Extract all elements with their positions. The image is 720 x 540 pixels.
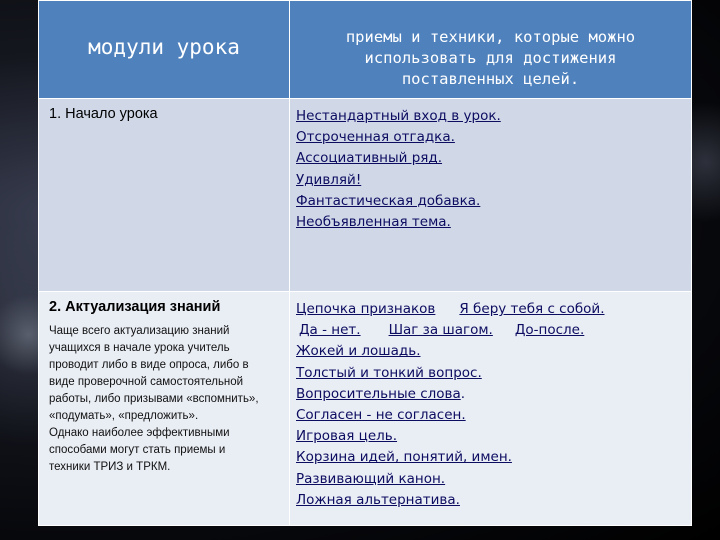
technique-link[interactable]: Игровая цель. <box>296 428 397 444</box>
technique-link[interactable]: Толстый и тонкий вопрос. <box>296 365 482 381</box>
technique-link[interactable]: Шаг за шагом. <box>389 322 493 338</box>
list-item[interactable]: Жокей и лошадь. <box>296 341 691 362</box>
header-modules: модули урока <box>38 0 290 99</box>
list-item[interactable]: Нестандартный вход в урок. <box>296 106 691 127</box>
list-item[interactable]: Корзина идей, понятий, имен. <box>296 447 691 468</box>
period-text: . <box>460 385 466 402</box>
list-item[interactable]: Вопросительные слова. <box>296 384 691 405</box>
techniques-cell: Цепочка признаков Я беру тебя с собой. Да… <box>289 291 692 526</box>
table-row: 1. Начало урока Нестандартный вход в уро… <box>38 98 692 292</box>
technique-link[interactable]: Ложная альтернатива. <box>296 492 460 508</box>
list-item[interactable]: Толстый и тонкий вопрос. <box>296 363 691 384</box>
header-modules-label: модули урока <box>88 35 240 59</box>
list-item[interactable]: Ассоциативный ряд. <box>296 148 691 169</box>
module-title: 2. Актуализация знаний <box>49 299 221 315</box>
techniques-cell: Нестандартный вход в урок. Отсроченная о… <box>289 98 692 292</box>
header-techniques: приемы и техники, которые можно использо… <box>289 0 692 99</box>
list-item[interactable]: Фантастическая добавка. <box>296 191 691 212</box>
module-note: Чаще всего актуализацию знаний учащихся … <box>49 325 259 473</box>
module-cell: 1. Начало урока <box>38 98 290 292</box>
list-item[interactable]: Удивляй! <box>296 170 691 191</box>
table-row: 2. Актуализация знаний Чаще всего актуал… <box>38 291 692 526</box>
technique-link[interactable]: Отсроченная отгадка. <box>296 129 455 145</box>
list-item[interactable]: Ложная альтернатива. <box>296 490 691 511</box>
technique-link[interactable]: Я беру тебя с собой. <box>459 301 604 317</box>
technique-link[interactable]: Корзина идей, понятий, имен. <box>296 449 512 465</box>
table-header-row: модули урока приемы и техники, которые м… <box>38 0 692 99</box>
techniques-list: Цепочка признаков Я беру тебя с собой. Да… <box>296 299 691 511</box>
technique-link[interactable]: Цепочка признаков <box>296 301 435 317</box>
technique-link[interactable]: Ассоциативный ряд. <box>296 150 442 166</box>
list-item[interactable]: Отсроченная отгадка. <box>296 127 691 148</box>
techniques-list: Нестандартный вход в урок. Отсроченная о… <box>296 106 691 233</box>
list-item: Да - нет. Шаг за шагом. До-после. <box>296 320 691 341</box>
technique-link[interactable]: Удивляй! <box>296 172 361 188</box>
module-title: 1. Начало урока <box>49 106 158 122</box>
technique-link[interactable]: Да - нет. <box>299 322 361 338</box>
technique-link[interactable]: Вопросительные слова <box>296 386 461 402</box>
technique-link[interactable]: Необъявленная тема. <box>296 214 451 230</box>
lesson-modules-table: модули урока приемы и техники, которые м… <box>38 0 692 526</box>
list-item: Цепочка признаков Я беру тебя с собой. <box>296 299 691 320</box>
technique-link[interactable]: Нестандартный вход в урок. <box>296 108 501 124</box>
technique-link[interactable]: До-после. <box>515 322 584 338</box>
list-item[interactable]: Согласен - не согласен. <box>296 405 691 426</box>
technique-link[interactable]: Фантастическая добавка. <box>296 193 480 209</box>
technique-link[interactable]: Жокей и лошадь. <box>296 343 421 359</box>
list-item[interactable]: Развивающий канон. <box>296 469 691 490</box>
list-item[interactable]: Игровая цель. <box>296 426 691 447</box>
technique-link[interactable]: Согласен - не согласен. <box>296 407 466 423</box>
header-techniques-label: приемы и техники, которые можно использо… <box>345 28 636 88</box>
technique-link[interactable]: Развивающий канон. <box>296 471 445 487</box>
list-item[interactable]: Необъявленная тема. <box>296 212 691 233</box>
module-cell: 2. Актуализация знаний Чаще всего актуал… <box>38 291 290 526</box>
